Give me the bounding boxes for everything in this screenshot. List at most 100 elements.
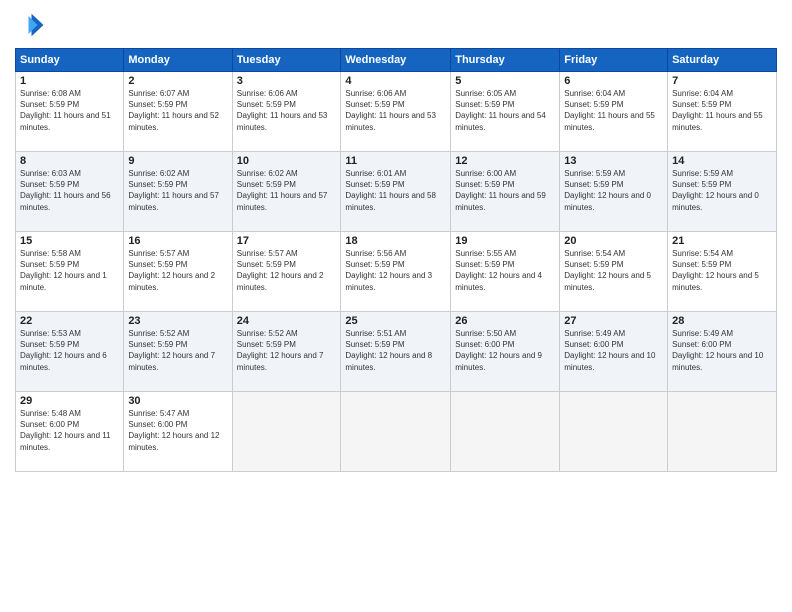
day-cell: 14Sunrise: 5:59 AM Sunset: 5:59 PM Dayli… <box>668 152 777 232</box>
day-cell: 27Sunrise: 5:49 AM Sunset: 6:00 PM Dayli… <box>560 312 668 392</box>
day-number: 1 <box>20 75 119 87</box>
day-cell: 25Sunrise: 5:51 AM Sunset: 5:59 PM Dayli… <box>341 312 451 392</box>
day-cell: 9Sunrise: 6:02 AM Sunset: 5:59 PM Daylig… <box>124 152 232 232</box>
day-cell: 23Sunrise: 5:52 AM Sunset: 5:59 PM Dayli… <box>124 312 232 392</box>
day-cell: 1Sunrise: 6:08 AM Sunset: 5:59 PM Daylig… <box>16 72 124 152</box>
day-cell: 13Sunrise: 5:59 AM Sunset: 5:59 PM Dayli… <box>560 152 668 232</box>
day-cell: 12Sunrise: 6:00 AM Sunset: 5:59 PM Dayli… <box>451 152 560 232</box>
day-cell: 6Sunrise: 6:04 AM Sunset: 5:59 PM Daylig… <box>560 72 668 152</box>
day-info: Sunrise: 5:49 AM Sunset: 6:00 PM Dayligh… <box>564 328 663 373</box>
day-info: Sunrise: 5:52 AM Sunset: 5:59 PM Dayligh… <box>237 328 337 373</box>
week-row-5: 29Sunrise: 5:48 AM Sunset: 6:00 PM Dayli… <box>16 392 777 472</box>
day-info: Sunrise: 6:03 AM Sunset: 5:59 PM Dayligh… <box>20 168 119 213</box>
weekday-saturday: Saturday <box>668 49 777 72</box>
weekday-monday: Monday <box>124 49 232 72</box>
header <box>15 10 777 40</box>
day-info: Sunrise: 6:04 AM Sunset: 5:59 PM Dayligh… <box>564 88 663 133</box>
day-number: 24 <box>237 315 337 327</box>
week-row-1: 1Sunrise: 6:08 AM Sunset: 5:59 PM Daylig… <box>16 72 777 152</box>
day-info: Sunrise: 5:57 AM Sunset: 5:59 PM Dayligh… <box>237 248 337 293</box>
calendar: SundayMondayTuesdayWednesdayThursdayFrid… <box>15 48 777 472</box>
day-info: Sunrise: 5:52 AM Sunset: 5:59 PM Dayligh… <box>128 328 227 373</box>
day-number: 7 <box>672 75 772 87</box>
day-number: 15 <box>20 235 119 247</box>
day-cell: 3Sunrise: 6:06 AM Sunset: 5:59 PM Daylig… <box>232 72 341 152</box>
day-cell: 18Sunrise: 5:56 AM Sunset: 5:59 PM Dayli… <box>341 232 451 312</box>
day-info: Sunrise: 5:57 AM Sunset: 5:59 PM Dayligh… <box>128 248 227 293</box>
weekday-tuesday: Tuesday <box>232 49 341 72</box>
day-cell <box>560 392 668 472</box>
day-number: 6 <box>564 75 663 87</box>
day-number: 26 <box>455 315 555 327</box>
day-number: 22 <box>20 315 119 327</box>
day-info: Sunrise: 5:53 AM Sunset: 5:59 PM Dayligh… <box>20 328 119 373</box>
day-info: Sunrise: 5:59 AM Sunset: 5:59 PM Dayligh… <box>564 168 663 213</box>
day-info: Sunrise: 5:54 AM Sunset: 5:59 PM Dayligh… <box>564 248 663 293</box>
day-info: Sunrise: 6:02 AM Sunset: 5:59 PM Dayligh… <box>128 168 227 213</box>
day-cell: 17Sunrise: 5:57 AM Sunset: 5:59 PM Dayli… <box>232 232 341 312</box>
day-cell: 29Sunrise: 5:48 AM Sunset: 6:00 PM Dayli… <box>16 392 124 472</box>
day-cell: 15Sunrise: 5:58 AM Sunset: 5:59 PM Dayli… <box>16 232 124 312</box>
day-cell <box>668 392 777 472</box>
day-number: 9 <box>128 155 227 167</box>
day-info: Sunrise: 5:50 AM Sunset: 6:00 PM Dayligh… <box>455 328 555 373</box>
day-number: 16 <box>128 235 227 247</box>
day-info: Sunrise: 5:56 AM Sunset: 5:59 PM Dayligh… <box>345 248 446 293</box>
day-number: 21 <box>672 235 772 247</box>
day-number: 18 <box>345 235 446 247</box>
day-info: Sunrise: 5:47 AM Sunset: 6:00 PM Dayligh… <box>128 408 227 453</box>
day-number: 23 <box>128 315 227 327</box>
week-row-4: 22Sunrise: 5:53 AM Sunset: 5:59 PM Dayli… <box>16 312 777 392</box>
weekday-thursday: Thursday <box>451 49 560 72</box>
day-number: 19 <box>455 235 555 247</box>
day-info: Sunrise: 6:07 AM Sunset: 5:59 PM Dayligh… <box>128 88 227 133</box>
day-number: 20 <box>564 235 663 247</box>
page: SundayMondayTuesdayWednesdayThursdayFrid… <box>0 0 792 612</box>
week-row-3: 15Sunrise: 5:58 AM Sunset: 5:59 PM Dayli… <box>16 232 777 312</box>
day-info: Sunrise: 5:54 AM Sunset: 5:59 PM Dayligh… <box>672 248 772 293</box>
day-info: Sunrise: 6:04 AM Sunset: 5:59 PM Dayligh… <box>672 88 772 133</box>
day-number: 10 <box>237 155 337 167</box>
day-info: Sunrise: 6:01 AM Sunset: 5:59 PM Dayligh… <box>345 168 446 213</box>
day-cell: 22Sunrise: 5:53 AM Sunset: 5:59 PM Dayli… <box>16 312 124 392</box>
day-number: 12 <box>455 155 555 167</box>
day-number: 30 <box>128 395 227 407</box>
day-number: 27 <box>564 315 663 327</box>
weekday-header-row: SundayMondayTuesdayWednesdayThursdayFrid… <box>16 49 777 72</box>
day-cell: 21Sunrise: 5:54 AM Sunset: 5:59 PM Dayli… <box>668 232 777 312</box>
day-cell: 26Sunrise: 5:50 AM Sunset: 6:00 PM Dayli… <box>451 312 560 392</box>
day-cell <box>451 392 560 472</box>
weekday-friday: Friday <box>560 49 668 72</box>
day-number: 2 <box>128 75 227 87</box>
day-info: Sunrise: 6:06 AM Sunset: 5:59 PM Dayligh… <box>345 88 446 133</box>
day-number: 13 <box>564 155 663 167</box>
day-cell <box>341 392 451 472</box>
day-info: Sunrise: 5:55 AM Sunset: 5:59 PM Dayligh… <box>455 248 555 293</box>
day-cell: 19Sunrise: 5:55 AM Sunset: 5:59 PM Dayli… <box>451 232 560 312</box>
day-number: 8 <box>20 155 119 167</box>
day-number: 5 <box>455 75 555 87</box>
logo-icon <box>15 10 45 40</box>
day-cell: 20Sunrise: 5:54 AM Sunset: 5:59 PM Dayli… <box>560 232 668 312</box>
day-number: 29 <box>20 395 119 407</box>
day-number: 28 <box>672 315 772 327</box>
day-info: Sunrise: 5:58 AM Sunset: 5:59 PM Dayligh… <box>20 248 119 293</box>
day-cell: 24Sunrise: 5:52 AM Sunset: 5:59 PM Dayli… <box>232 312 341 392</box>
day-info: Sunrise: 6:08 AM Sunset: 5:59 PM Dayligh… <box>20 88 119 133</box>
day-info: Sunrise: 5:59 AM Sunset: 5:59 PM Dayligh… <box>672 168 772 213</box>
day-cell: 30Sunrise: 5:47 AM Sunset: 6:00 PM Dayli… <box>124 392 232 472</box>
day-number: 14 <box>672 155 772 167</box>
day-cell: 5Sunrise: 6:05 AM Sunset: 5:59 PM Daylig… <box>451 72 560 152</box>
day-number: 25 <box>345 315 446 327</box>
day-info: Sunrise: 6:00 AM Sunset: 5:59 PM Dayligh… <box>455 168 555 213</box>
day-number: 4 <box>345 75 446 87</box>
day-cell: 8Sunrise: 6:03 AM Sunset: 5:59 PM Daylig… <box>16 152 124 232</box>
day-cell: 28Sunrise: 5:49 AM Sunset: 6:00 PM Dayli… <box>668 312 777 392</box>
day-cell <box>232 392 341 472</box>
day-cell: 10Sunrise: 6:02 AM Sunset: 5:59 PM Dayli… <box>232 152 341 232</box>
day-cell: 4Sunrise: 6:06 AM Sunset: 5:59 PM Daylig… <box>341 72 451 152</box>
week-row-2: 8Sunrise: 6:03 AM Sunset: 5:59 PM Daylig… <box>16 152 777 232</box>
day-info: Sunrise: 5:48 AM Sunset: 6:00 PM Dayligh… <box>20 408 119 453</box>
day-cell: 7Sunrise: 6:04 AM Sunset: 5:59 PM Daylig… <box>668 72 777 152</box>
day-cell: 11Sunrise: 6:01 AM Sunset: 5:59 PM Dayli… <box>341 152 451 232</box>
